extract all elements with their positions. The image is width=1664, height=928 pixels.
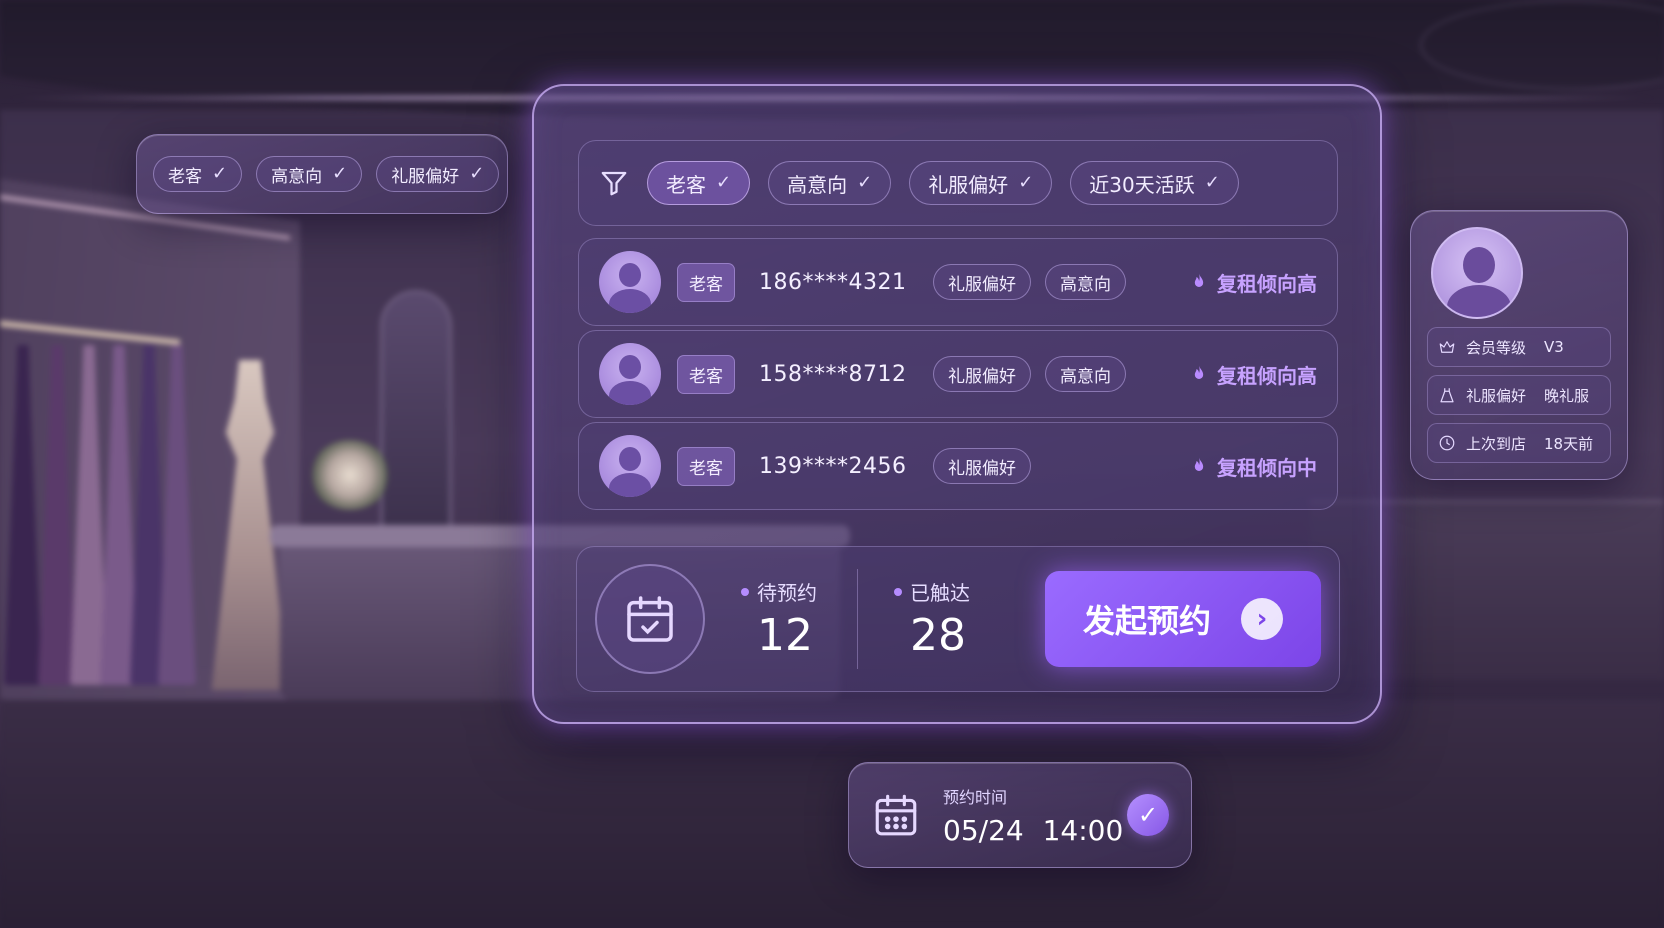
profile-dress-preference: 礼服偏好 晚礼服 xyxy=(1427,375,1611,415)
profile-item-label: 上次到店 xyxy=(1466,434,1527,453)
customer-row[interactable]: 老客 186****4321 礼服偏好 高意向 复租倾向高 xyxy=(578,238,1338,326)
customer-badge: 老客 xyxy=(677,354,735,394)
check-icon: ✓ xyxy=(212,163,228,184)
stat-pending-label: 待预约 xyxy=(741,577,817,606)
avatar xyxy=(599,251,661,313)
trend-label: 复租倾向中 xyxy=(1217,455,1317,480)
check-icon: ✓ xyxy=(469,163,485,184)
chip-label: 礼服偏好 xyxy=(928,172,1009,197)
calendar-check-icon xyxy=(627,596,673,642)
check-icon: ✓ xyxy=(716,172,732,193)
confirm-check-icon[interactable]: ✓ xyxy=(1127,794,1169,836)
avatar xyxy=(599,435,661,497)
stat-reached: 已触达 28 xyxy=(894,577,970,661)
filter-chip-old-customer[interactable]: 老客 ✓ xyxy=(153,156,243,192)
avatar xyxy=(599,343,661,405)
customer-tag: 礼服偏好 xyxy=(933,448,1031,484)
chip-label: 高意向 xyxy=(787,172,848,197)
filter-chip-dress-preference[interactable]: 礼服偏好 ✓ xyxy=(909,161,1053,205)
floating-filter-card: 老客 ✓ 高意向 ✓ 礼服偏好 ✓ xyxy=(136,134,508,214)
check-icon: ✓ xyxy=(332,163,348,184)
customer-profile-card: 会员等级 V3 礼服偏好 晚礼服 上次到店 18天前 xyxy=(1410,210,1628,480)
appointment-stats: 待预约 12 已触达 28 发起预约 › xyxy=(576,546,1340,692)
profile-item-label: 礼服偏好 xyxy=(1466,386,1527,405)
profile-item-label: 会员等级 xyxy=(1466,338,1527,357)
appointment-time-label: 预约时间 xyxy=(943,787,1008,807)
chip-label: 老客 xyxy=(168,166,202,187)
clock-icon xyxy=(1439,435,1455,451)
profile-avatar xyxy=(1431,227,1523,319)
trend-label: 复租倾向高 xyxy=(1217,271,1317,296)
trend-label: 复租倾向高 xyxy=(1217,363,1317,388)
flame-icon xyxy=(1194,273,1204,287)
calendar-icon xyxy=(875,794,917,836)
start-appointment-button[interactable]: 发起预约 › xyxy=(1045,571,1321,667)
flame-icon xyxy=(1194,457,1204,471)
profile-item-value: V3 xyxy=(1544,338,1564,356)
customer-tag: 礼服偏好 xyxy=(933,264,1031,300)
filter-icon[interactable] xyxy=(599,168,629,198)
customer-badge: 老客 xyxy=(677,446,735,486)
filter-chip-old-customer[interactable]: 老客 ✓ xyxy=(647,161,751,205)
customer-phone: 158****8712 xyxy=(759,361,907,387)
customer-phone: 186****4321 xyxy=(759,269,907,295)
stat-divider xyxy=(857,569,858,669)
customer-row[interactable]: 老客 139****2456 礼服偏好 复租倾向中 xyxy=(578,422,1338,510)
chip-label: 高意向 xyxy=(271,166,323,187)
customer-row[interactable]: 老客 158****8712 礼服偏好 高意向 复租倾向高 xyxy=(578,330,1338,418)
filter-chip-active-30-days[interactable]: 近30天活跃 ✓ xyxy=(1070,161,1239,205)
filter-bar: 老客 ✓ 高意向 ✓ 礼服偏好 ✓ 近30天活跃 ✓ xyxy=(578,140,1338,226)
customer-badge: 老客 xyxy=(677,262,735,302)
appointment-time-card[interactable]: 预约时间 05/24 14:00 ✓ xyxy=(848,762,1192,868)
chip-label: 老客 xyxy=(666,172,706,197)
check-icon: ✓ xyxy=(857,172,873,193)
appointment-time-value: 05/24 14:00 xyxy=(943,813,1124,847)
stat-reached-value: 28 xyxy=(910,610,966,661)
filter-chip-high-intent[interactable]: 高意向 ✓ xyxy=(256,156,363,192)
customer-tag: 礼服偏好 xyxy=(933,356,1031,392)
rerent-trend: 复租倾向中 xyxy=(1189,452,1317,481)
check-icon: ✓ xyxy=(1018,172,1034,193)
check-icon: ✓ xyxy=(1204,172,1220,193)
chip-label: 礼服偏好 xyxy=(391,166,460,187)
filter-chip-dress-preference[interactable]: 礼服偏好 ✓ xyxy=(376,156,500,192)
stat-reached-label: 已触达 xyxy=(894,577,970,606)
chevron-right-icon: › xyxy=(1241,598,1283,640)
profile-item-value: 18天前 xyxy=(1544,434,1594,453)
appointment-time: 预约时间 05/24 14:00 xyxy=(943,784,1123,847)
crown-icon xyxy=(1439,341,1455,353)
customer-phone: 139****2456 xyxy=(759,453,907,479)
stat-pending: 待预约 12 xyxy=(741,577,817,661)
chip-label: 近30天活跃 xyxy=(1089,172,1195,197)
flame-icon xyxy=(1194,365,1204,379)
profile-last-visit: 上次到店 18天前 xyxy=(1427,423,1611,463)
cta-label: 发起预约 xyxy=(1082,602,1211,640)
profile-member-level: 会员等级 V3 xyxy=(1427,327,1611,367)
profile-item-value: 晚礼服 xyxy=(1544,386,1590,405)
rerent-trend: 复租倾向高 xyxy=(1189,360,1317,389)
customer-panel: 老客 ✓ 高意向 ✓ 礼服偏好 ✓ 近30天活跃 ✓ 老客 186****432… xyxy=(532,84,1382,724)
stat-pending-value: 12 xyxy=(757,610,813,661)
dress-icon xyxy=(1440,388,1454,403)
calendar-badge xyxy=(595,564,705,674)
filter-chip-high-intent[interactable]: 高意向 ✓ xyxy=(768,161,892,205)
rerent-trend: 复租倾向高 xyxy=(1189,268,1317,297)
customer-tag: 高意向 xyxy=(1045,356,1126,392)
customer-tag: 高意向 xyxy=(1045,264,1126,300)
